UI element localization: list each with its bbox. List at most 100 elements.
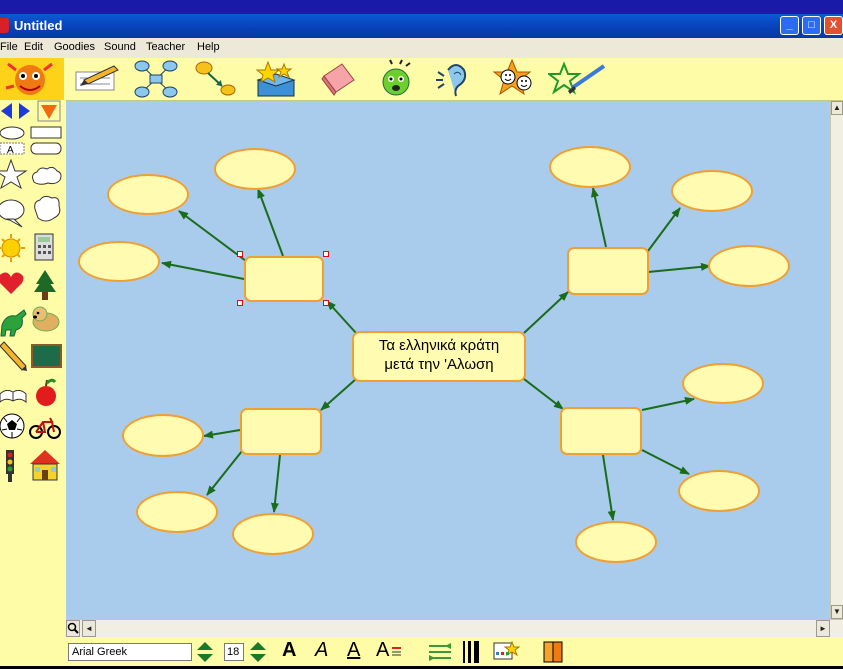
idea-ellipse-tl-upper[interactable] (107, 174, 189, 215)
idea-ellipse-tl-top[interactable] (214, 148, 296, 190)
italic-button[interactable]: A (315, 639, 328, 662)
apple-icon[interactable] (36, 378, 57, 406)
scroll-right-button[interactable]: ► (816, 620, 830, 637)
maximize-button[interactable]: □ (802, 16, 821, 35)
link-bottomright-bottom (602, 454, 616, 521)
menu-teacher[interactable]: Teacher (146, 41, 185, 53)
font-stepper-icon[interactable] (196, 640, 214, 664)
idea-ellipse-br-upper[interactable] (682, 363, 764, 404)
title-bar: Untitled _ □ X (0, 14, 843, 38)
app-icon (0, 18, 9, 33)
book-icon[interactable] (0, 389, 27, 404)
rectangle-shape-icon[interactable] (30, 126, 62, 139)
main-toolbar (0, 58, 843, 101)
idea-ellipse-bl-bottom[interactable] (232, 513, 314, 555)
menu-edit[interactable]: Edit (24, 41, 43, 53)
center-node[interactable]: Τα ελληνικά κράτη μετά την 'Αλωση (352, 331, 526, 382)
diagram-icon[interactable] (130, 58, 182, 100)
underline-button[interactable]: A (347, 639, 360, 662)
star-paintbrush-icon[interactable] (546, 58, 606, 100)
stars-box-icon[interactable] (250, 58, 302, 100)
desktop-band (0, 0, 843, 14)
text-shape-icon[interactable]: A (0, 142, 25, 156)
link-bottomleft-bottom (270, 454, 281, 513)
selection-handle[interactable] (237, 300, 243, 306)
diagram-canvas[interactable]: Τα ελληνικά κράτη μετά την 'Αλωση (66, 101, 830, 619)
format-bar: Arial Greek 18 A A A A (66, 637, 843, 666)
calculator-icon[interactable] (34, 233, 54, 261)
idea-ellipse-tl-left[interactable] (78, 241, 160, 282)
idea-ellipse-br-lower[interactable] (678, 470, 760, 512)
idea-ellipse-bl-lower[interactable] (136, 491, 218, 533)
symbols-palette: A (0, 100, 66, 666)
link-topright-right (647, 262, 711, 273)
subtopic-node-bottom-right[interactable] (560, 407, 642, 455)
selection-handle[interactable] (237, 251, 243, 257)
sound-face-icon[interactable] (372, 58, 424, 100)
size-stepper-icon[interactable] (249, 640, 267, 664)
chalkboard-icon[interactable] (31, 344, 62, 368)
heart-icon[interactable] (0, 272, 24, 295)
idea-ellipse-tr-upper[interactable] (671, 170, 753, 212)
link-center-bottomleft (320, 378, 357, 411)
eraser-icon[interactable] (312, 58, 364, 100)
link-topright-upper (647, 207, 681, 252)
scroll-up-button[interactable]: ▲ (831, 101, 843, 115)
text-color-lines-icon (392, 640, 402, 664)
arrow-link-icon[interactable] (188, 58, 240, 100)
tree-icon[interactable] (34, 270, 56, 300)
selection-handle[interactable] (323, 300, 329, 306)
faces-icon[interactable] (490, 58, 542, 100)
soccer-ball-icon[interactable] (0, 413, 25, 439)
bold-button[interactable]: A (282, 639, 296, 662)
speech-bubble-icon[interactable] (0, 199, 25, 228)
vertical-scrollbar[interactable]: ▲ ▼ (830, 101, 843, 619)
prev-arrow-icon[interactable] (1, 103, 12, 119)
close-button[interactable]: X (824, 16, 843, 35)
next-arrow-icon[interactable] (19, 103, 30, 119)
selection-handle[interactable] (323, 251, 329, 257)
scroll-left-button[interactable]: ◄ (82, 620, 96, 637)
thought-bubble-icon[interactable] (34, 195, 61, 222)
menu-help[interactable]: Help (197, 41, 220, 53)
mascot-icon[interactable] (0, 58, 64, 100)
idea-ellipse-bl-left[interactable] (122, 414, 204, 457)
ear-icon[interactable] (430, 58, 482, 100)
house-icon[interactable] (30, 450, 60, 481)
font-name-select[interactable]: Arial Greek (68, 643, 192, 661)
horizontal-scrollbar[interactable]: ◄ ► (66, 619, 843, 637)
menu-goodies[interactable]: Goodies (54, 41, 95, 53)
star-shape-icon[interactable] (0, 158, 28, 190)
font-size-field[interactable]: 18 (224, 643, 244, 661)
bicycle-icon[interactable] (29, 417, 61, 439)
link-style-icon[interactable] (428, 640, 452, 664)
traffic-light-icon[interactable] (6, 450, 14, 482)
ellipse-shape-icon[interactable] (0, 126, 25, 140)
idea-ellipse-tr-right[interactable] (708, 245, 790, 287)
subtopic-node-top-right[interactable] (567, 247, 649, 295)
zoom-icon[interactable] (66, 620, 80, 637)
minimize-button[interactable]: _ (780, 16, 799, 35)
pencil-paper-icon[interactable] (70, 58, 122, 100)
link-center-topleft (326, 300, 357, 334)
line-thickness-icon[interactable] (462, 640, 482, 664)
link-topleft-upper (178, 210, 247, 262)
scroll-down-button[interactable]: ▼ (831, 605, 843, 619)
rounded-rectangle-shape-icon[interactable] (30, 142, 62, 155)
sun-icon[interactable] (0, 234, 25, 262)
cloud-shape-icon[interactable] (32, 166, 62, 185)
menu-sound[interactable]: Sound (104, 41, 136, 53)
center-node-line1: Τα ελληνικά κράτη (378, 337, 500, 354)
pencil-icon[interactable] (0, 341, 27, 371)
subtopic-node-bottom-left[interactable] (240, 408, 322, 455)
dropdown-arrow-icon[interactable] (37, 100, 61, 122)
symbol-palette-icon[interactable] (492, 640, 521, 664)
idea-ellipse-br-bottom[interactable] (575, 521, 657, 563)
text-color-button[interactable]: A (376, 639, 389, 662)
subtopic-node-top-left[interactable] (244, 256, 324, 302)
idea-ellipse-tr-top[interactable] (549, 146, 631, 188)
dinosaur-icon[interactable] (0, 309, 27, 337)
fill-color-icon[interactable] (542, 640, 566, 664)
dog-icon[interactable] (32, 306, 60, 332)
menu-file[interactable]: File (0, 41, 18, 53)
